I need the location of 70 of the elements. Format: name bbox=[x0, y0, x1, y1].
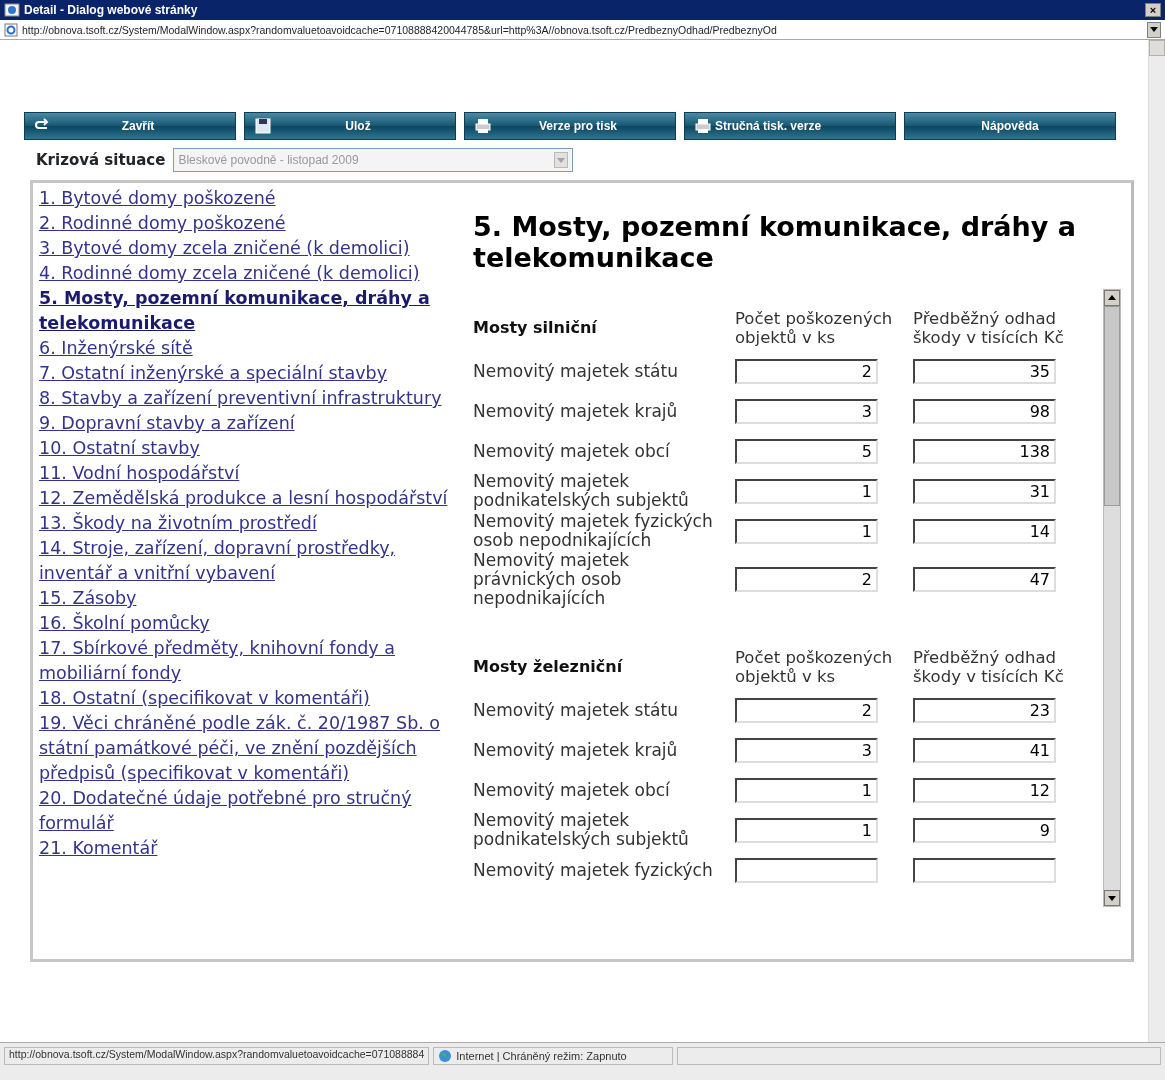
number-field[interactable]: 12 bbox=[913, 777, 1056, 803]
row-label: Nemovitý majetek obcí bbox=[473, 441, 671, 461]
section-link[interactable]: 4. Rodinné domy zcela zničené (k demolici) bbox=[39, 261, 473, 286]
row-label: Nemovitý majetek krajů bbox=[473, 401, 679, 421]
section-link[interactable]: 18. Ostatní (specifikovat v komentáři) bbox=[39, 686, 473, 711]
number-field[interactable]: 98 bbox=[913, 398, 1056, 424]
section-link[interactable]: 16. Školní pomůcky bbox=[39, 611, 473, 636]
section-link[interactable]: 8. Stavby a zařízení preventivní infrastruktury bbox=[39, 386, 473, 411]
address-text: http://obnova.tsoft.cz/System/ModalWindow.aspx?randomvaluetoavoidcache=07108888420044785&url=http%3A//obnova.tsoft.cz/PredbeznyOdhad/PredbeznyOd bbox=[22, 23, 778, 36]
section-link[interactable]: 20. Dodatečné údaje potřebné pro stručný formulář bbox=[39, 786, 473, 836]
toolbar-button[interactable]: Ulož bbox=[244, 112, 456, 140]
row-label: Nemovitý majetek státu bbox=[473, 361, 679, 381]
status-zone: Internet | Chráněný režim: Zapnuto bbox=[456, 1050, 627, 1062]
section-link[interactable]: 14. Stroje, zařízení, dopravní prostředky, inventář a vnitřní vybavení bbox=[39, 536, 473, 586]
window-title: Detail - Dialog webové stránky bbox=[24, 3, 199, 17]
status-url: http://obnova.tsoft.cz/System/ModalWindow.aspx?randomvaluetoavoidcache=071088884 bbox=[4, 1047, 430, 1065]
section-link[interactable]: 11. Vodní hospodářství bbox=[39, 461, 473, 486]
number-field[interactable]: 5 bbox=[735, 438, 878, 464]
section-link[interactable]: 15. Zásoby bbox=[39, 586, 473, 611]
number-field[interactable]: 138 bbox=[913, 438, 1056, 464]
number-field[interactable]: 1 bbox=[735, 777, 878, 803]
row-label: Nemovitý majetek krajů bbox=[473, 740, 679, 760]
row-label: Nemovitý majetek státu bbox=[473, 700, 679, 720]
number-field[interactable]: 3 bbox=[735, 398, 878, 424]
number-field[interactable]: 23 bbox=[913, 697, 1056, 723]
toolbar-button[interactable]: Zavřít bbox=[24, 112, 236, 140]
number-field[interactable]: 1 bbox=[735, 817, 878, 843]
group-title: Mosty železniční bbox=[473, 656, 624, 678]
column-header: Předběžný odhad škody v tisících Kč bbox=[913, 648, 1065, 686]
number-field[interactable]: 35 bbox=[913, 358, 1056, 384]
section-link[interactable]: 1. Bytové domy poškozené bbox=[39, 186, 473, 211]
number-field[interactable]: 2 bbox=[735, 567, 878, 592]
row-label: Nemovitý majetek fyzických osob nepodnikajících bbox=[473, 512, 714, 550]
section-link[interactable]: 3. Bytové domy zcela zničené (k demolici) bbox=[39, 236, 473, 261]
toolbar-button[interactable]: Nápověda bbox=[904, 112, 1116, 140]
section-link[interactable]: 17. Sbírkové předměty, knihovní fondy a mobiliární fondy bbox=[39, 636, 473, 686]
section-link[interactable]: 7. Ostatní inženýrské a speciální stavby bbox=[39, 361, 473, 386]
row-label: Nemovitý majetek fyzických bbox=[473, 860, 714, 880]
number-field[interactable]: 14 bbox=[913, 518, 1056, 544]
section-link[interactable]: 12. Zemědělská produkce a lesní hospodářství bbox=[39, 486, 473, 511]
group-title: Mosty silniční bbox=[473, 317, 598, 339]
number-field[interactable]: 3 bbox=[735, 737, 878, 763]
close-button[interactable]: × bbox=[1145, 3, 1161, 17]
number-field[interactable]: 2 bbox=[735, 697, 878, 723]
column-header: Počet poškozených objektů v ks bbox=[735, 309, 894, 347]
section-link[interactable]: 6. Inženýrské sítě bbox=[39, 336, 473, 361]
section-link[interactable]: 21. Komentář bbox=[39, 836, 473, 861]
section-link[interactable]: 13. Škody na životním prostředí bbox=[39, 511, 473, 536]
section-link[interactable]: 2. Rodinné domy poškozené bbox=[39, 211, 473, 236]
section-link[interactable]: 9. Dopravní stavby a zařízení bbox=[39, 411, 473, 436]
number-field[interactable]: 2 bbox=[735, 358, 878, 384]
number-field[interactable]: 1 bbox=[735, 518, 878, 544]
number-field[interactable]: 41 bbox=[913, 737, 1056, 763]
row-label: Nemovitý majetek podnikatelských subjektů bbox=[473, 811, 690, 849]
row-label: Nemovitý majetek obcí bbox=[473, 780, 671, 800]
section-heading: 5. Mosty, pozemní komunikace, dráhy a telekomunikace bbox=[473, 211, 1077, 273]
section-link[interactable]: 19. Věci chráněné podle zák. č. 20/1987 Sb. o státní památkové péči, ve znění pozdějších předpisů (specifikovat v komentáři) bbox=[39, 711, 473, 786]
number-field[interactable]: 1 bbox=[735, 478, 878, 504]
number-field[interactable]: 9 bbox=[913, 817, 1056, 843]
number-field[interactable]: 47 bbox=[913, 567, 1056, 592]
toolbar-button[interactable]: Stručná tisk. verze bbox=[684, 112, 896, 140]
section-link[interactable]: 10. Ostatní stavby bbox=[39, 436, 473, 461]
column-header: Počet poškozených objektů v ks bbox=[735, 648, 894, 686]
number-field[interactable]: 31 bbox=[913, 478, 1056, 504]
row-label: Nemovitý majetek právnických osob nepodnikajících bbox=[473, 551, 631, 608]
section-link[interactable]: 5. Mosty, pozemní komunikace, dráhy a telekomunikace bbox=[39, 286, 473, 336]
column-header: Předběžný odhad škody v tisících Kč bbox=[913, 309, 1065, 347]
row-label: Nemovitý majetek podnikatelských subjektů bbox=[473, 472, 690, 510]
toolbar-button[interactable]: Verze pro tisk bbox=[464, 112, 676, 140]
field-label: Krizová situace bbox=[36, 151, 166, 169]
